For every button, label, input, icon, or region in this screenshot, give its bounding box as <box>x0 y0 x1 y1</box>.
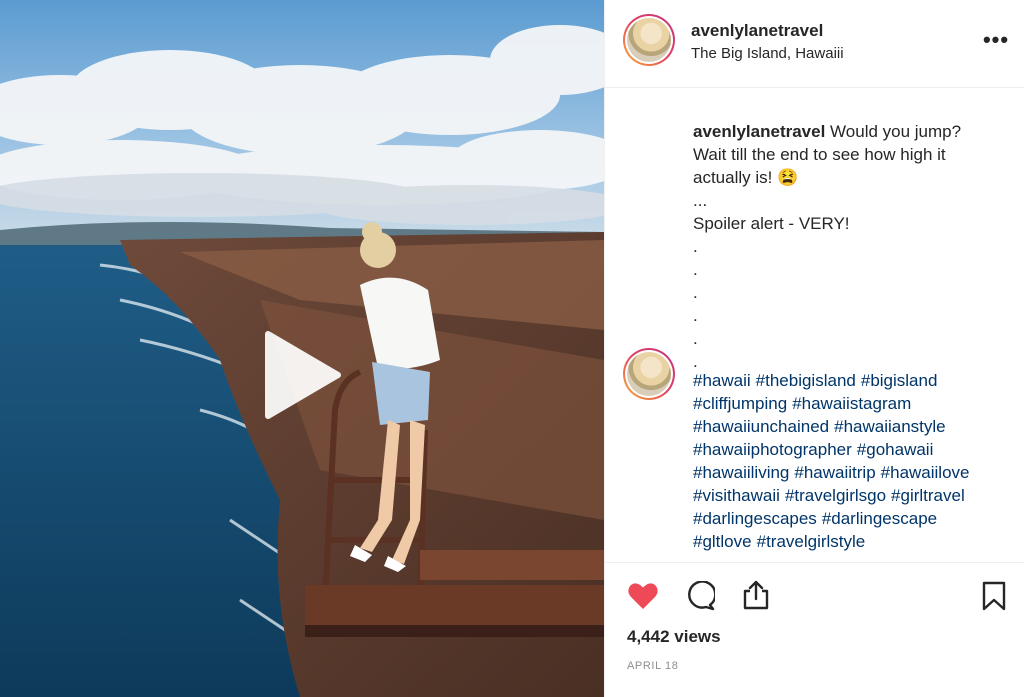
hashtag-link[interactable]: #girltravel <box>891 486 965 505</box>
caption-line: . <box>693 306 698 325</box>
username-link[interactable]: avenlylanetravel <box>691 21 823 41</box>
hashtag-link[interactable]: #hawaiitrip <box>794 463 875 482</box>
caption-line: Spoiler alert - VERY! <box>693 214 850 233</box>
location-link[interactable]: The Big Island, Hawaiii <box>691 45 844 62</box>
caption-line: . <box>693 260 698 279</box>
hashtag-link[interactable]: #hawaiiliving <box>693 463 789 482</box>
more-options-icon[interactable]: ••• <box>981 28 1011 52</box>
caption-username[interactable]: avenlylanetravel <box>693 122 825 141</box>
profile-avatar[interactable] <box>623 14 675 66</box>
caption-line: . <box>693 329 698 348</box>
post-video[interactable] <box>0 0 604 697</box>
hashtag-link[interactable]: #hawaii <box>693 371 751 390</box>
hashtag-link[interactable]: #hawaiistagram <box>792 394 911 413</box>
caption-area: avenlylanetravel Would you jump? Wait ti… <box>605 88 1024 562</box>
hashtag-link[interactable]: #darlingescape <box>822 509 937 528</box>
view-count[interactable]: 4,442 views <box>627 627 721 647</box>
share-icon[interactable] <box>741 579 771 611</box>
caption-line: . <box>693 283 698 302</box>
action-bar: 4,442 views April 18 <box>605 562 1024 697</box>
caption-line: . <box>693 237 698 256</box>
hashtag-link[interactable]: #cliffjumping <box>693 394 787 413</box>
post-sidebar: avenlylanetravel The Big Island, Hawaiii… <box>604 0 1024 697</box>
play-icon[interactable] <box>262 330 342 420</box>
heart-icon[interactable] <box>627 581 659 611</box>
hashtag-link[interactable]: #gohawaii <box>857 440 934 459</box>
comment-icon[interactable] <box>685 581 715 611</box>
hashtag-link[interactable]: #hawaiiunchained <box>693 417 829 436</box>
caption-text: avenlylanetravel Would you jump? Wait ti… <box>693 120 1008 373</box>
hashtag-list: #hawaii #thebigisland #bigisland #cliffjum… <box>693 369 1013 553</box>
hashtag-link[interactable]: #travelgirlstyle <box>757 532 866 551</box>
hashtag-link[interactable]: #visithawaii <box>693 486 780 505</box>
caption-line: Wait till the end to see how high it <box>693 145 946 164</box>
caption-line: actually is! 😫 <box>693 168 799 187</box>
post-date[interactable]: April 18 <box>627 660 678 672</box>
bookmark-icon[interactable] <box>981 580 1007 612</box>
hashtag-link[interactable]: #travelgirlsgo <box>785 486 886 505</box>
hashtag-link[interactable]: #bigisland <box>861 371 938 390</box>
hashtag-link[interactable]: #hawaiilove <box>881 463 970 482</box>
caption-line: ... <box>693 191 708 210</box>
hashtag-link[interactable]: #gltlove <box>693 532 752 551</box>
post-header: avenlylanetravel The Big Island, Hawaiii… <box>605 0 1024 88</box>
comment-avatar[interactable] <box>623 348 675 400</box>
hashtag-link[interactable]: #hawaiiphotographer <box>693 440 852 459</box>
hashtag-link[interactable]: #thebigisland <box>756 371 856 390</box>
hashtag-link[interactable]: #darlingescapes <box>693 509 817 528</box>
hashtag-link[interactable]: #hawaiianstyle <box>834 417 946 436</box>
caption-line: Would you jump? <box>830 122 962 141</box>
